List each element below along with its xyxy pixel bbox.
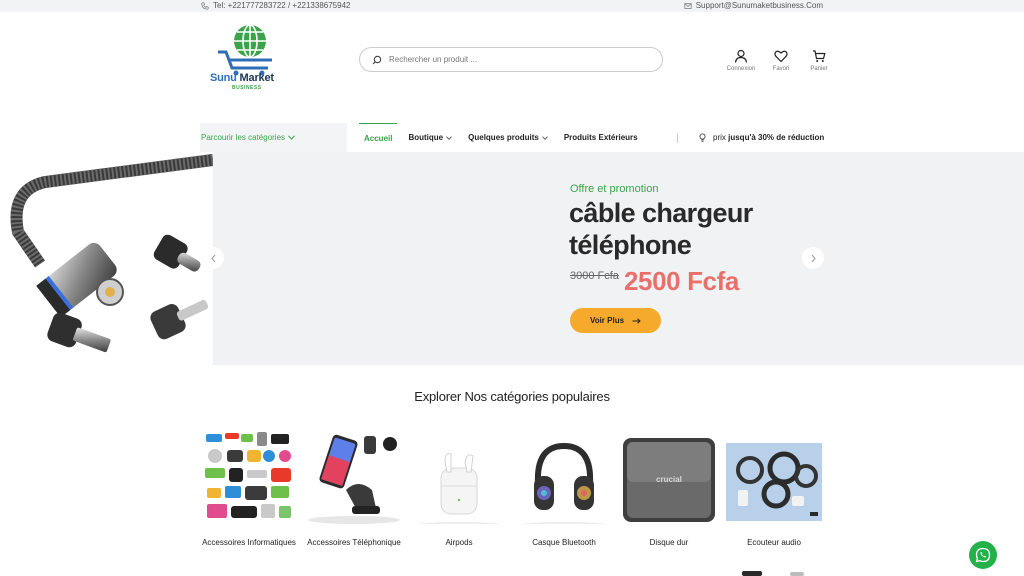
mail-icon (684, 2, 692, 9)
nav-item-quelques-produits[interactable]: Quelques produits (468, 123, 548, 152)
categories-list: Accessoires Informatiques Accessoires Té… (201, 428, 825, 547)
nav-item-boutique[interactable]: Boutique (408, 123, 452, 152)
whatsapp-chat-button[interactable] (969, 541, 997, 569)
voir-plus-button[interactable]: Voir Plus (570, 308, 661, 333)
category-airpods[interactable]: Airpods (411, 428, 507, 547)
product-image-peek (742, 571, 804, 576)
heart-icon (774, 50, 788, 63)
category-name: Casque Bluetooth (532, 538, 596, 547)
hero-subtitle: Offre et promotion (570, 183, 659, 195)
wishlist-button[interactable]: Favori (760, 49, 802, 72)
voir-plus-label: Voir Plus (589, 316, 625, 325)
nav-item-label: Boutique (408, 133, 444, 142)
search-icon[interactable] (372, 55, 382, 65)
category-name: Accessoires Informatiques (202, 538, 296, 547)
category-accessoires-informatiques[interactable]: Accessoires Informatiques (201, 428, 297, 547)
search-input[interactable] (389, 55, 639, 64)
lightbulb-icon (699, 133, 706, 142)
category-image: crucial (621, 428, 717, 524)
arrow-right-icon (632, 317, 641, 324)
nav-item-accueil[interactable]: Accueil (359, 123, 398, 152)
promo-note: prix jusqu'à 30% de réduction (677, 123, 824, 152)
account-button[interactable]: Connexion (722, 49, 760, 72)
category-name: Airpods (445, 538, 473, 547)
top-bar: Tel: +221777283722 / +221338675942 Suppo… (0, 0, 1024, 12)
category-name: Disque dur (649, 538, 689, 547)
wishlist-label: Favori (772, 66, 790, 72)
category-disque-dur[interactable]: crucial Disque dur (621, 428, 717, 547)
cart-button[interactable]: Panier (804, 49, 834, 72)
chevron-down-icon (541, 135, 548, 140)
category-image (306, 428, 402, 524)
phone-icon (201, 1, 209, 10)
browse-categories-label: Parcourir les catégories (201, 133, 286, 142)
chevron-down-icon (446, 135, 452, 140)
category-image (516, 428, 612, 524)
account-label: Connexion (726, 66, 756, 72)
category-casque-bluetooth[interactable]: Casque Bluetooth (516, 428, 612, 547)
hero-product-image (10, 154, 213, 353)
phone-text: Tel: +221777283722 / +221338675942 (213, 1, 351, 10)
promo-text: jusqu'à 30% de réduction (728, 133, 825, 142)
category-name: Accessoires Téléphonique (307, 538, 401, 547)
email-text: Support@Sunumaketbusiness.Com (695, 1, 823, 10)
nav-item-label: Accueil (364, 133, 393, 143)
user-icon (734, 49, 748, 63)
brand-name-part1: Sunu (210, 72, 237, 84)
category-ecouteur-audio[interactable]: Ecouteur audio (726, 428, 822, 547)
hero-title: câble chargeur téléphone (569, 198, 753, 260)
cart-icon (813, 50, 826, 62)
hero-prev-button[interactable] (202, 247, 224, 269)
hero-new-price: 2500 Fcfa (624, 266, 739, 296)
nav-divider (677, 132, 678, 143)
category-accessoires-telephonique[interactable]: Accessoires Téléphonique (306, 428, 402, 547)
brand-name: Sunu Market (210, 72, 274, 84)
nav-item-produits-exterieurs[interactable]: Produits Extérieurs (564, 123, 638, 152)
categories-title: Explorer Nos catégories populaires (414, 389, 610, 404)
category-name: Ecouteur audio (747, 538, 801, 547)
category-image (411, 428, 507, 524)
contact-email[interactable]: Support@Sunumaketbusiness.Com (684, 1, 823, 10)
svg-text:crucial: crucial (656, 475, 682, 484)
search-bar[interactable] (359, 47, 663, 72)
nav-item-label: Quelques produits (468, 133, 539, 142)
browse-categories-button[interactable]: Parcourir les catégories (200, 123, 347, 152)
chevron-left-icon (210, 254, 215, 262)
promo-prefix: prix (713, 133, 726, 142)
category-image (201, 428, 297, 524)
nav-item-label: Produits Extérieurs (563, 133, 638, 142)
category-image (726, 443, 822, 521)
cart-label: Panier (810, 66, 828, 72)
whatsapp-icon (975, 547, 991, 563)
brand-name-part2: Market (236, 72, 274, 84)
chevron-down-icon (288, 135, 295, 140)
header-actions: Connexion Favori Panier (722, 49, 834, 72)
hero-old-price: 3000 Fcfa (570, 270, 619, 282)
brand-tagline: BUSINESS (232, 85, 262, 91)
contact-phone: Tel: +221777283722 / +221338675942 (201, 1, 350, 10)
main-nav: Accueil Boutique Quelques produits Produ… (359, 123, 654, 152)
